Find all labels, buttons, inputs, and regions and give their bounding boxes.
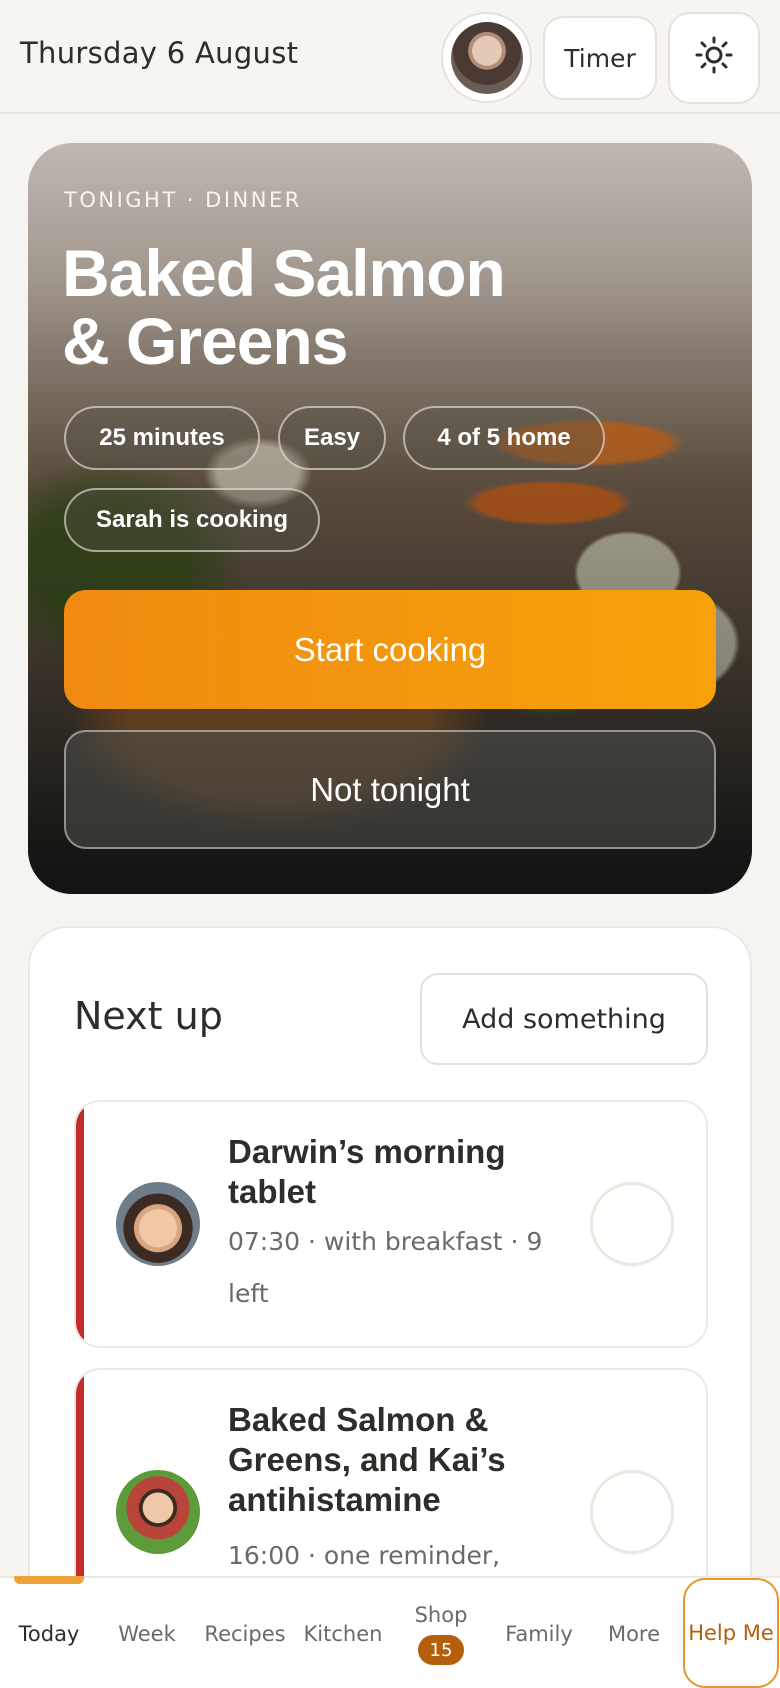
attendance-chip: 4 of 5 home — [403, 406, 605, 470]
meal-title-line-1: Baked Salmon — [62, 236, 506, 310]
nav-label: Family — [505, 1622, 573, 1646]
meal-title-line-2: & Greens — [62, 304, 348, 378]
nav-label: More — [607, 1622, 661, 1646]
timer-button[interactable]: Timer — [543, 16, 657, 100]
date-label: Thursday 6 August — [20, 36, 299, 70]
add-something-button[interactable]: Add something — [420, 973, 708, 1065]
profile-avatar-button[interactable] — [441, 12, 532, 103]
section-title: Next up — [74, 994, 223, 1038]
meal-kicker: TONIGHT · DINNER — [64, 188, 302, 212]
item-meta: 07:30 · with breakfast · 9 left — [228, 1227, 543, 1308]
cook-chip: Sarah is cooking — [64, 488, 320, 552]
nav-item-shop[interactable]: Shop 15 — [392, 1578, 490, 1688]
complete-checkbox[interactable] — [590, 1470, 674, 1554]
shop-count-badge: 15 — [418, 1635, 464, 1665]
next-up-panel: Next up Add something Darwin’s morning t… — [28, 926, 752, 1688]
nav-item-today[interactable]: Today — [0, 1578, 98, 1688]
avatar — [116, 1470, 200, 1554]
nav-label: Today — [18, 1622, 80, 1646]
item-title: Baked Salmon & Greens, and Kai’s antihis… — [228, 1401, 506, 1518]
nav-label: Recipes — [204, 1622, 286, 1646]
duration-chip: 25 minutes — [64, 406, 260, 470]
item-title: Darwin’s morning tablet — [228, 1133, 506, 1210]
top-bar: Thursday 6 August Timer — [0, 0, 780, 114]
tonight-dinner-card: TONIGHT · DINNER Baked Salmon & Greens 2… — [28, 143, 752, 894]
start-cooking-button[interactable]: Start cooking — [64, 590, 716, 709]
nav-label: Kitchen — [303, 1622, 383, 1646]
nav-item-family[interactable]: Family — [490, 1578, 588, 1688]
complete-checkbox[interactable] — [590, 1182, 674, 1266]
nav-item-week[interactable]: Week — [98, 1578, 196, 1688]
sun-icon — [695, 36, 733, 80]
nav-label: Week — [118, 1622, 176, 1646]
avatar — [116, 1182, 200, 1266]
avatar — [450, 21, 523, 94]
nav-item-kitchen[interactable]: Kitchen — [294, 1578, 392, 1688]
difficulty-chip: Easy — [278, 406, 386, 470]
nav-label: Shop — [414, 1603, 468, 1627]
nav-item-recipes[interactable]: Recipes — [196, 1578, 294, 1688]
not-tonight-button[interactable]: Not tonight — [64, 730, 716, 849]
nav-item-more[interactable]: More — [588, 1578, 680, 1688]
help-me-button[interactable]: Help Me — [683, 1578, 779, 1688]
list-item[interactable]: Darwin’s morning tablet 07:30 · with bre… — [74, 1100, 708, 1348]
bottom-nav: Today Week Recipes Kitchen Shop 15 Famil… — [0, 1576, 780, 1688]
meal-title: Baked Salmon & Greens — [62, 239, 662, 375]
theme-toggle-button[interactable] — [668, 12, 760, 104]
